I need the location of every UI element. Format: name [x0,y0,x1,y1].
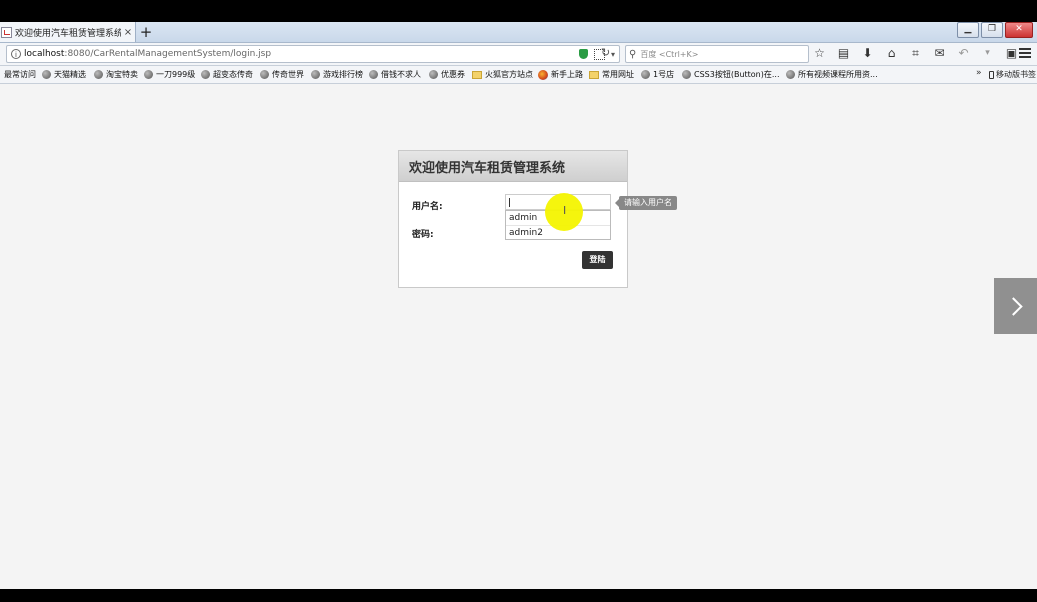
bookmark-item[interactable]: 一刀999级 [144,69,195,80]
bookmark-label: 常用网址 [602,70,634,79]
bookmark-label: 借钱不求人 [381,70,421,79]
bookmark-item[interactable]: 游戏排行榜 [311,69,363,80]
extension-icon[interactable]: ▣ [1004,46,1019,61]
window-controls: ▁ ❐ ✕ [957,22,1033,38]
bookmarks-overflow-icon[interactable]: » [976,68,982,78]
bottom-black-bar [0,589,1037,602]
globe-icon [369,70,378,79]
chat-icon[interactable]: ✉ [932,46,947,61]
globe-icon [311,70,320,79]
bookmark-item[interactable]: 所有视频课程所用资... [786,69,878,80]
toolbar-icons: ☆ ▤ ⬇ ⌂ ⌗ ✉ ↶ ▾ ▣ [812,46,1019,61]
bookmark-label: 最常访问 [4,70,36,79]
next-arrow-icon[interactable] [994,278,1037,334]
url-host: localhost [24,49,65,59]
bookmark-star-icon[interactable]: ☆ [812,46,827,61]
security-shield-icon[interactable] [578,49,588,59]
bookmark-item[interactable]: 火狐官方站点 [472,69,533,80]
bookmark-item[interactable]: 常用网址 [589,69,634,80]
navigation-bar: i localhost:8080/CarRentalManagementSyst… [0,43,1037,66]
globe-icon [260,70,269,79]
tab-close-icon[interactable]: × [121,27,135,38]
page-favicon-icon [1,26,12,38]
phone-icon [989,70,994,79]
search-placeholder: 百度 <Ctrl+K> [640,49,699,59]
bookmark-label: 天猫精选 [54,70,86,79]
bookmark-label: 传奇世界 [272,70,304,79]
bookmark-label: 所有视频课程所用资... [798,70,878,79]
search-input[interactable]: ⚲ 百度 <Ctrl+K> [625,45,809,63]
text-caret [509,198,510,207]
download-icon[interactable]: ⬇ [860,46,875,61]
bookmark-item[interactable]: 天猫精选 [42,69,86,80]
site-info-icon[interactable]: i [11,49,21,59]
undo-dropdown-icon[interactable]: ▾ [980,46,995,61]
globe-icon [429,70,438,79]
bookmark-item[interactable]: 借钱不求人 [369,69,421,80]
bookmark-label: 1号店 [653,70,675,79]
page-content: 欢迎使用汽车租赁管理系统 用户名: admin admin2 请输入用户名 密码… [0,84,1037,589]
firefox-icon [538,69,548,80]
folder-icon [589,70,599,79]
username-tooltip: 请输入用户名 [615,196,677,210]
search-icon: ⚲ [629,48,637,60]
screenshot-icon[interactable]: ⌗ [908,46,923,61]
address-bar[interactable]: i localhost:8080/CarRentalManagementSyst… [6,45,620,63]
bookmark-label: 新手上路 [551,70,583,79]
folder-icon [472,70,482,79]
window-close-icon[interactable]: ✕ [1005,22,1033,38]
bookmark-item[interactable]: 传奇世界 [260,69,304,80]
globe-icon [94,70,103,79]
menu-icon[interactable] [1019,48,1031,58]
globe-icon [641,70,650,79]
login-panel: 欢迎使用汽车租赁管理系统 用户名: admin admin2 请输入用户名 密码… [398,150,677,288]
home-icon[interactable]: ⌂ [884,46,899,61]
globe-icon [786,70,795,79]
new-tab-button[interactable]: + [138,23,154,41]
bookmark-label: 火狐官方站点 [485,70,533,79]
bookmark-label: 优惠券 [441,70,465,79]
bookmark-item[interactable]: CSS3按钮(Button)在... [682,69,780,80]
reload-icon[interactable]: ↻ [601,46,610,59]
dropdown-icon[interactable]: ▾ [611,50,615,59]
browser-tab[interactable]: 欢迎使用汽车租赁管理系统 × [0,22,136,42]
bookmark-label: 淘宝特卖 [106,70,138,79]
bookmarks-bar: 最常访问 天猫精选 淘宝特卖 一刀999级 超变态传奇 传奇世界 游戏排行榜 借… [0,66,1037,84]
globe-icon [201,70,210,79]
top-black-bar [0,0,1037,22]
bookmark-label: CSS3按钮(Button)在... [694,70,780,79]
bookmark-item[interactable]: 1号店 [641,69,674,80]
mobile-bookmarks[interactable]: 移动版书签 [989,69,1036,80]
bookmark-label: 一刀999级 [156,70,196,79]
login-button[interactable]: 登陆 [582,251,613,269]
undo-icon[interactable]: ↶ [956,46,971,61]
mobile-bookmarks-label: 移动版书签 [996,70,1036,79]
globe-icon [42,70,51,79]
globe-icon [144,70,153,79]
url-path: :8080/CarRentalManagementSystem/login.js… [64,49,272,59]
maximize-icon[interactable]: ❐ [981,22,1003,38]
minimize-icon[interactable]: ▁ [957,22,979,38]
tab-strip: 欢迎使用汽车租赁管理系统 × + ▁ ❐ ✕ [0,22,1037,43]
password-label: 密码: [412,230,434,240]
bookmark-item[interactable]: 超变态传奇 [201,69,253,80]
bookmark-item[interactable]: 优惠券 [429,69,465,80]
username-label: 用户名: [412,202,443,212]
reading-list-icon[interactable]: ▤ [836,46,851,61]
text-cursor-icon: I [563,204,567,217]
bookmark-label: 超变态传奇 [213,70,253,79]
tab-title: 欢迎使用汽车租赁管理系统 [15,28,121,39]
login-title: 欢迎使用汽车租赁管理系统 [399,151,627,182]
globe-icon [682,70,691,79]
bookmark-label: 游戏排行榜 [323,70,363,79]
bookmark-item[interactable]: 淘宝特卖 [94,69,138,80]
bookmark-item[interactable]: 新手上路 [538,69,583,80]
bookmark-item[interactable]: 最常访问 [4,69,36,80]
